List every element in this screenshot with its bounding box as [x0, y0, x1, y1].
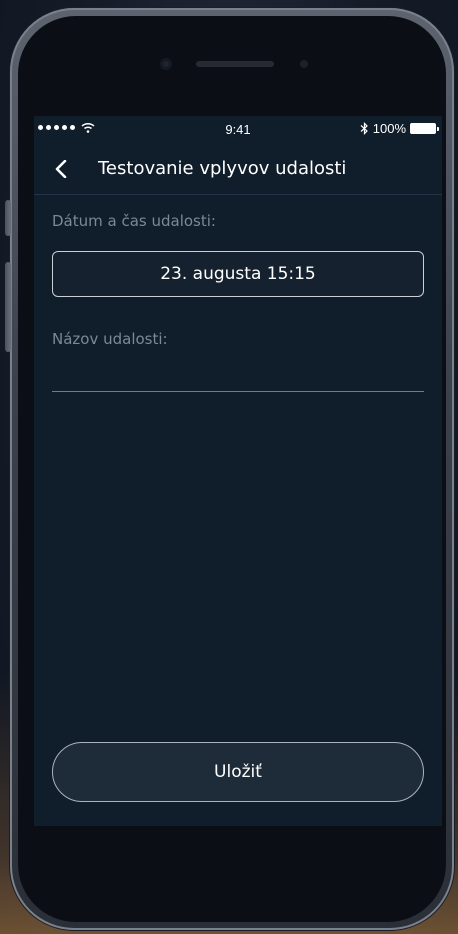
status-right-group: 100% — [360, 121, 439, 136]
navigation-bar: Testovanie vplyvov udalosti — [34, 144, 442, 195]
chevron-left-icon — [55, 160, 67, 178]
app-screen: 9:41 100% Testovanie vplyvov udalosti Dá… — [34, 116, 442, 826]
back-button[interactable] — [48, 156, 74, 182]
datetime-label: Dátum a čas udalosti: — [52, 212, 216, 230]
datetime-field[interactable]: 23. augusta 15:15 — [52, 251, 424, 297]
proximity-sensor — [300, 60, 308, 68]
event-name-input[interactable] — [52, 360, 424, 392]
status-bar: 9:41 100% — [34, 116, 442, 144]
battery-icon — [410, 123, 439, 134]
event-name-label: Názov udalosti: — [52, 330, 168, 348]
volume-button — [5, 262, 11, 352]
page-title: Testovanie vplyvov udalosti — [98, 158, 347, 179]
earpiece-speaker — [196, 61, 274, 67]
mute-switch — [5, 200, 11, 236]
datetime-value: 23. augusta 15:15 — [160, 264, 316, 284]
front-camera — [160, 58, 172, 70]
bluetooth-icon — [360, 122, 368, 135]
save-button[interactable]: Uložiť — [52, 742, 424, 802]
battery-percent: 100% — [372, 121, 406, 136]
save-button-label: Uložiť — [214, 762, 262, 782]
